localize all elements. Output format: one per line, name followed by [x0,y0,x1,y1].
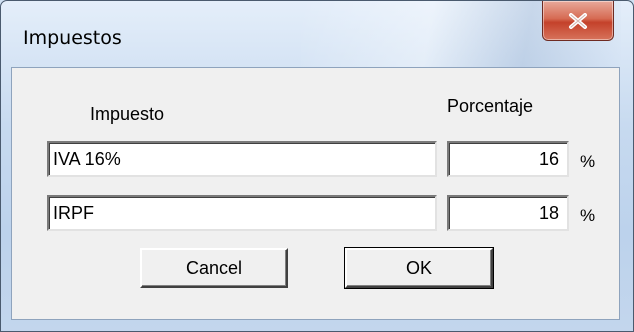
header-impuesto: Impuesto [90,104,165,124]
window-title: Impuestos [23,27,122,49]
percent-sign-1: % [580,152,596,171]
close-button[interactable] [542,1,614,41]
header-porcentaje: Porcentaje [447,96,534,116]
dialog-client-area: Impuesto Porcentaje IVA 16% 16 % IRPF 18… [11,67,620,320]
tax-percent-field-2[interactable]: 18 [447,195,569,231]
close-icon [568,12,588,29]
cancel-button[interactable]: Cancel [140,248,288,288]
tax-name-field-2[interactable]: IRPF [47,195,437,231]
tax-name-field-1[interactable]: IVA 16% [47,141,437,177]
ok-button[interactable]: OK [344,247,494,289]
dialog-window: Impuestos Impuesto Porcentaje IVA 16% 16… [0,0,634,332]
tax-percent-field-1[interactable]: 16 [447,141,569,177]
percent-sign-2: % [580,206,596,225]
